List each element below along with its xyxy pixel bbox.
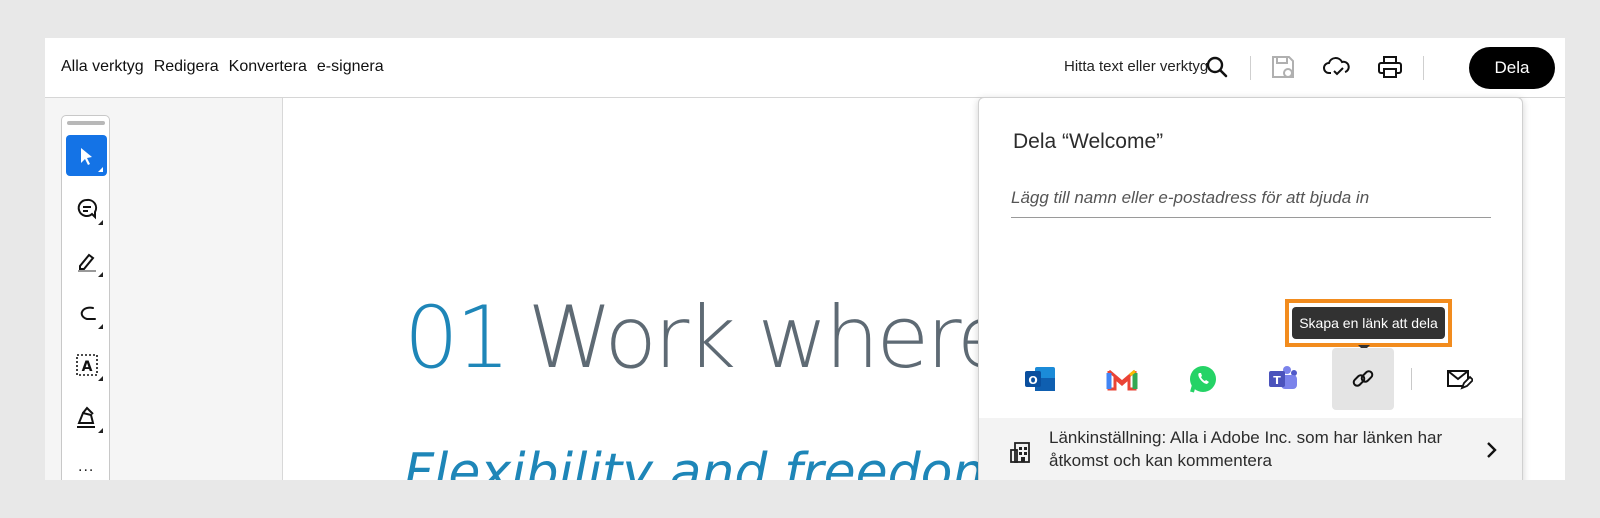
select-tool[interactable]: [66, 135, 107, 176]
share-button[interactable]: Dela: [1469, 47, 1555, 89]
main-menu: Alla verktyg Redigera Konvertera e-signe…: [61, 58, 394, 76]
email-icon: [1447, 370, 1473, 390]
quick-tools-bar: A ...: [61, 115, 110, 480]
building-icon: [1009, 440, 1033, 469]
svg-text:O: O: [1028, 374, 1037, 387]
top-toolbar: Alla verktyg Redigera Konvertera e-signe…: [45, 38, 1565, 98]
document-subheading: Flexibility and freedom: [404, 443, 1004, 480]
whatsapp-icon: [1190, 366, 1216, 393]
teams-icon: T: [1269, 366, 1297, 389]
cloud-sync-icon[interactable]: [1323, 53, 1351, 81]
share-divider: [1411, 368, 1412, 390]
share-panel-title: Dela “Welcome”: [1013, 130, 1164, 153]
heading-number: 01: [404, 288, 510, 388]
tooltip-highlight: Skapa en länk att dela: [1285, 299, 1452, 347]
chevron-right-icon: [1484, 440, 1498, 465]
invite-input[interactable]: [1011, 178, 1491, 218]
more-tools-icon[interactable]: ...: [78, 458, 94, 476]
draw-tool[interactable]: [66, 292, 107, 333]
find-tools-label[interactable]: Hitta text eller verktyg: [1064, 58, 1208, 75]
menu-esign[interactable]: e-signera: [317, 58, 384, 76]
app-window: Alla verktyg Redigera Konvertera e-signe…: [45, 38, 1565, 480]
sign-icon: [76, 406, 95, 428]
create-link-tooltip: Skapa en länk att dela: [1292, 307, 1445, 339]
text-box-tool[interactable]: A: [66, 344, 107, 385]
sign-tool[interactable]: [66, 396, 107, 437]
menu-all-tools[interactable]: Alla verktyg: [61, 58, 144, 76]
toolbar-divider: [1423, 56, 1424, 80]
link-icon: [1352, 370, 1374, 387]
menu-convert[interactable]: Konvertera: [229, 58, 307, 76]
outlook-icon: O: [1025, 367, 1055, 391]
comment-tool[interactable]: [66, 188, 107, 229]
create-link-button[interactable]: [1332, 348, 1394, 410]
share-email-button[interactable]: [1428, 348, 1490, 410]
draw-icon: [80, 306, 96, 320]
save-icon[interactable]: [1269, 53, 1297, 81]
link-setting-row[interactable]: Länkinställning: Alla i Adobe Inc. som h…: [979, 418, 1522, 480]
link-setting-text: Länkinställning: Alla i Adobe Inc. som h…: [1049, 428, 1443, 470]
comment-icon: [77, 198, 97, 219]
text-box-icon: A: [75, 353, 98, 376]
share-outlook-button[interactable]: O: [1009, 348, 1071, 410]
share-gmail-button[interactable]: [1091, 348, 1153, 410]
search-icon[interactable]: [1203, 53, 1231, 81]
highlight-tool[interactable]: [66, 240, 107, 281]
svg-text:T: T: [1273, 374, 1281, 387]
print-icon[interactable]: [1376, 53, 1404, 81]
share-panel: Dela “Welcome” Skapa en länk att dela O …: [978, 97, 1523, 480]
gmail-icon: [1106, 369, 1138, 391]
select-icon: [80, 147, 92, 165]
share-targets: O T: [979, 348, 1524, 412]
highlight-icon: [77, 253, 96, 272]
svg-text:A: A: [81, 359, 92, 375]
share-whatsapp-button[interactable]: [1172, 348, 1234, 410]
toolbar-grip[interactable]: [67, 121, 105, 125]
menu-edit[interactable]: Redigera: [154, 58, 219, 76]
toolbar-divider: [1250, 56, 1251, 80]
share-teams-button[interactable]: T: [1252, 348, 1314, 410]
